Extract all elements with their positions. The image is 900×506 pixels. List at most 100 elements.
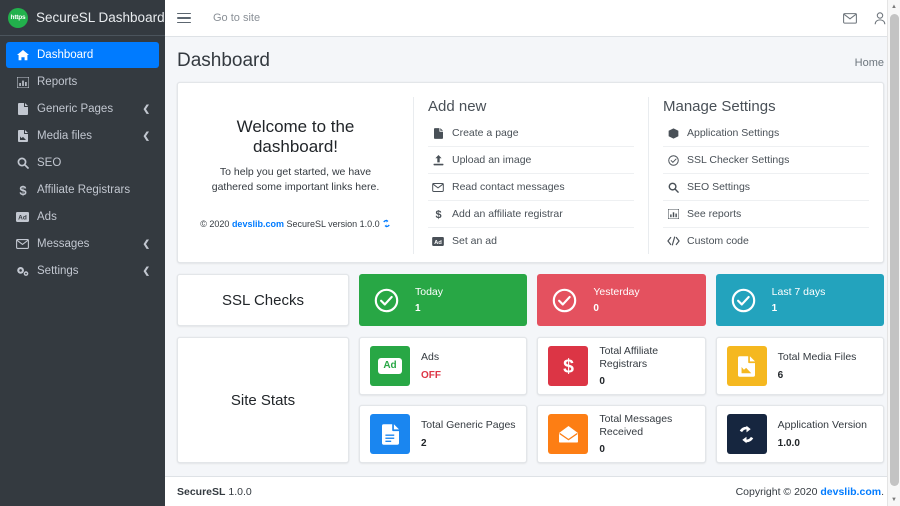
- envelope-icon: [548, 414, 589, 454]
- link-seo-settings[interactable]: SEO Settings: [663, 173, 869, 200]
- dollar-icon: $: [14, 184, 31, 197]
- link-add-an-affiliate-registrar[interactable]: $ Add an affiliate registrar: [428, 200, 634, 227]
- main-area: Go to site Dashboard Home Welcome to the…: [165, 0, 900, 506]
- link-label: See reports: [687, 208, 742, 220]
- tile-application-version[interactable]: Application Version 1.0.0: [715, 405, 884, 463]
- sidebar-item-generic-pages[interactable]: Generic Pages ❮: [6, 96, 159, 122]
- tile-total-generic-pages[interactable]: Total Generic Pages 2: [359, 405, 528, 463]
- manage-settings-heading: Manage Settings: [663, 98, 776, 115]
- ad-icon: Ad: [430, 236, 446, 246]
- svg-text:$: $: [19, 184, 27, 197]
- link-custom-code[interactable]: Custom code: [663, 227, 869, 254]
- sidebar-label: Reports: [37, 76, 78, 88]
- file-icon: [370, 414, 410, 454]
- sidebar-label: Settings: [37, 265, 79, 277]
- welcome-column: Welcome to the dashboard! To help you ge…: [178, 97, 413, 254]
- footer-version: 1.0.0: [225, 485, 252, 498]
- version-text: SecureSL version 1.0.0: [283, 219, 380, 230]
- tile-value: 0: [599, 444, 605, 456]
- link-see-reports[interactable]: See reports: [663, 200, 869, 227]
- link-application-settings[interactable]: Application Settings: [663, 123, 869, 146]
- footer-copyright-text: Copyright © 2020: [735, 485, 821, 498]
- dashboard-app: https SecureSL Dashboard Dashboard Repor…: [0, 0, 900, 506]
- add-new-links: Create a page Upload an image Read conta…: [428, 123, 634, 254]
- tile-ads[interactable]: Ad Ads OFF: [359, 337, 528, 395]
- link-label: Custom code: [687, 235, 749, 247]
- link-set-an-ad[interactable]: Ad Set an ad: [428, 227, 634, 254]
- link-label: SEO Settings: [687, 181, 751, 193]
- sidebar-item-messages[interactable]: Messages ❮: [6, 231, 159, 257]
- tile-ssl-last-7-days[interactable]: Last 7 days 1: [715, 274, 884, 326]
- vertical-scrollbar[interactable]: ▲ ▼: [887, 0, 900, 506]
- svg-text:Ad: Ad: [18, 215, 27, 222]
- go-to-site-link[interactable]: Go to site: [213, 12, 260, 24]
- ad-icon: Ad: [14, 212, 31, 222]
- sidebar-item-ads[interactable]: Ad Ads: [6, 204, 159, 230]
- check-circle-icon: [373, 287, 403, 314]
- content: Welcome to the dashboard! To help you ge…: [165, 82, 900, 476]
- copyright-prefix: © 2020: [200, 219, 232, 230]
- add-new-column: Add new Create a page Upload an image Re…: [413, 97, 648, 254]
- sidebar-label: Media files: [37, 130, 92, 142]
- sidebar-item-seo[interactable]: SEO: [6, 150, 159, 176]
- sidebar-item-dashboard[interactable]: Dashboard: [6, 42, 159, 68]
- sidebar-item-reports[interactable]: Reports: [6, 69, 159, 95]
- scroll-up-arrow-icon[interactable]: ▲: [888, 0, 900, 13]
- search-icon: [14, 157, 31, 169]
- manage-settings-links: Application Settings SSL Checker Setting…: [663, 123, 869, 254]
- sidebar-label: Dashboard: [37, 49, 94, 61]
- scroll-down-arrow-icon[interactable]: ▼: [888, 493, 900, 506]
- sidebar-label: Generic Pages: [37, 103, 114, 115]
- tile-ssl-today[interactable]: Today 1: [359, 274, 528, 326]
- envelope-icon[interactable]: [843, 12, 857, 24]
- tile-label: Total Media Files: [777, 351, 857, 364]
- page-title: Dashboard: [177, 50, 270, 71]
- tile-row: Today 1 Yesterday 0 Last 7 days 1: [359, 274, 884, 326]
- tile-ssl-yesterday[interactable]: Yesterday 0: [537, 274, 706, 326]
- devslib-link[interactable]: devslib.com: [232, 219, 284, 229]
- envelope-icon: [14, 239, 31, 249]
- sidebar-label: Messages: [37, 238, 90, 250]
- link-upload-an-image[interactable]: Upload an image: [428, 146, 634, 173]
- footer-devslib-link[interactable]: devslib.com: [820, 486, 881, 498]
- tile-value: 0: [599, 376, 605, 388]
- sidebar-item-media-files[interactable]: Media files ❮: [6, 123, 159, 149]
- footer-left: SecureSL 1.0.0: [177, 486, 252, 498]
- tile-row: Total Generic Pages 2 Total Messages Rec…: [359, 405, 884, 463]
- tile-total-messages-received[interactable]: Total Messages Received 0: [537, 405, 706, 463]
- site-stats-label-card: Site Stats: [177, 337, 349, 463]
- chart-bar-icon: [665, 209, 681, 219]
- link-read-contact-messages[interactable]: Read contact messages: [428, 173, 634, 200]
- chart-bar-icon: [14, 76, 31, 88]
- sidebar-item-affiliate-registrars[interactable]: $ Affiliate Registrars: [6, 177, 159, 203]
- tile-value: 1: [415, 303, 421, 315]
- link-label: Create a page: [452, 127, 519, 139]
- file-icon: [14, 103, 31, 115]
- link-create-a-page[interactable]: Create a page: [428, 123, 634, 146]
- breadcrumb: Home: [854, 57, 884, 69]
- topbar: Go to site: [165, 0, 900, 37]
- tile-total-affiliate-registrars[interactable]: $ Total Affiliate Registrars 0: [537, 337, 706, 395]
- link-ssl-checker-settings[interactable]: SSL Checker Settings: [663, 146, 869, 173]
- tile-label: Ads: [421, 351, 440, 364]
- user-icon[interactable]: [874, 11, 886, 25]
- tile-total-media-files[interactable]: Total Media Files 6: [715, 337, 884, 395]
- tile-value: OFF: [421, 369, 441, 381]
- scrollbar-thumb[interactable]: [890, 14, 899, 486]
- chevron-left-icon: ❮: [142, 238, 150, 249]
- topbar-actions: [843, 11, 886, 25]
- brand-header[interactable]: https SecureSL Dashboard: [0, 0, 165, 36]
- sidebar-item-settings[interactable]: Settings ❮: [6, 258, 159, 284]
- manage-settings-column: Manage Settings Application Settings SSL…: [648, 97, 883, 254]
- ssl-checks-section: SSL Checks Today 1 Yesterday 0 Last 7 da…: [177, 274, 884, 326]
- https-logo-icon: https: [8, 7, 28, 28]
- tile-label: Yesterday: [593, 285, 640, 298]
- link-label: Upload an image: [452, 154, 532, 166]
- ssl-checks-label-card: SSL Checks: [177, 274, 349, 326]
- footer-right: Copyright © 2020 devslib.com.: [736, 486, 884, 498]
- hamburger-icon[interactable]: [177, 12, 191, 24]
- brand-title: SecureSL Dashboard: [36, 10, 165, 25]
- check-circle-icon: [730, 287, 760, 314]
- chevron-left-icon: ❮: [142, 130, 150, 141]
- ssl-checks-tiles: Today 1 Yesterday 0 Last 7 days 1: [359, 274, 884, 326]
